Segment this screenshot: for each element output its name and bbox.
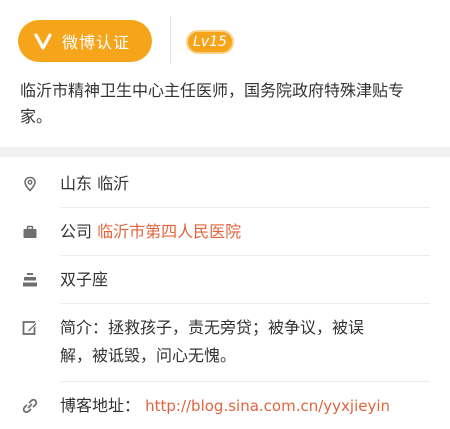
company-label: 公司 — [60, 222, 93, 241]
intro-line-2: 解，被诋毁，问心无愧。 — [60, 346, 237, 365]
intro-line-1: 拯救孩子，责无旁贷；被争议，被误 — [108, 318, 365, 337]
company-info: 公司 临沂市第四人民医院 — [60, 218, 241, 246]
header-divider — [170, 16, 171, 64]
intro-text: 简介：拯救孩子，责无旁贷；被争议，被误 解，被诋毁，问心无愧。 — [60, 314, 420, 370]
blog-label: 博客地址： — [60, 396, 141, 415]
profile-header: 微博认证 Lv15 临沂市精神卫生中心主任医师，国务院政府特殊津贴专家。 — [0, 0, 450, 147]
weibo-verified-badge[interactable]: 微博认证 — [18, 20, 152, 62]
briefcase-icon — [23, 225, 37, 238]
row-separator — [60, 303, 430, 304]
zodiac-text: 双子座 — [60, 270, 109, 289]
cake-icon — [23, 273, 37, 287]
row-separator — [60, 255, 430, 256]
level-badge[interactable]: Lv15 — [186, 30, 234, 54]
blog-url-link[interactable]: http://blog.sina.com.cn/yyxjieyin — [145, 397, 390, 415]
location-pin-icon — [24, 176, 36, 192]
company-link[interactable]: 临沂市第四人民医院 — [97, 222, 241, 241]
blog-info: 博客地址： http://blog.sina.com.cn/yyxjieyin — [60, 392, 390, 420]
row-separator — [60, 381, 430, 382]
verified-v-icon — [34, 33, 52, 50]
intro-label: 简介： — [60, 318, 109, 337]
edit-icon — [22, 321, 38, 335]
section-divider — [0, 147, 450, 157]
location-text: 山东 临沂 — [60, 174, 130, 193]
row-separator — [60, 207, 430, 208]
verified-label: 微博认证 — [62, 33, 131, 52]
bio-text: 临沂市精神卫生中心主任医师，国务院政府特殊津贴专家。 — [20, 81, 405, 126]
link-icon — [22, 398, 38, 414]
